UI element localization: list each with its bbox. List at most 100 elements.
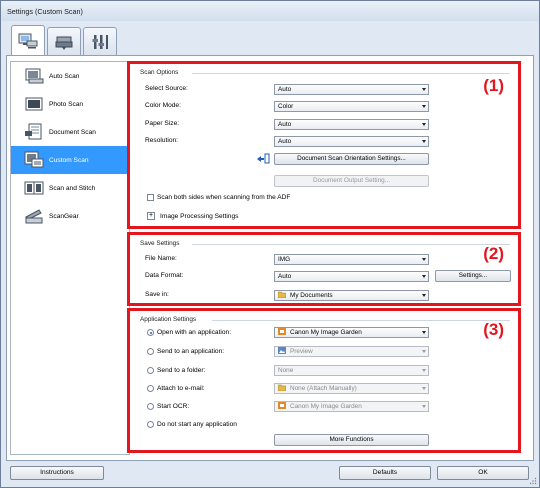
- select-source-label: Select Source:: [145, 85, 188, 92]
- sidebar-item-scan-and-stitch[interactable]: Scan and Stitch: [11, 174, 129, 202]
- photo-scan-icon: [25, 97, 43, 111]
- section-marker-2: (2): [483, 244, 504, 263]
- sidebar-item-document-scan[interactable]: Document Scan: [11, 118, 129, 146]
- document-output-setting-button[interactable]: Document Output Setting...: [274, 175, 429, 187]
- tab-scan-from-computer[interactable]: [11, 25, 45, 55]
- section-divider: [212, 320, 510, 321]
- sidebar-item-label: Photo Scan: [49, 100, 84, 108]
- plus-icon: +: [148, 212, 154, 219]
- file-name-value: IMG: [278, 256, 291, 263]
- scan-type-list: Auto Scan Photo Scan Document Scan Custo…: [10, 61, 130, 455]
- mail-folder-icon: [278, 384, 286, 391]
- resize-grip-icon[interactable]: [529, 477, 537, 485]
- open-with-application-radio[interactable]: [147, 329, 154, 336]
- folder-icon: [278, 291, 286, 298]
- send-to-folder-dropdown[interactable]: None: [274, 365, 429, 376]
- color-mode-value: Color: [278, 103, 294, 110]
- send-to-application-value: Preview: [290, 348, 313, 355]
- defaults-button[interactable]: Defaults: [339, 466, 431, 480]
- color-mode-dropdown[interactable]: Color: [274, 101, 429, 112]
- custom-scan-icon: [24, 151, 44, 168]
- sidebar-item-auto-scan[interactable]: Auto Scan: [11, 62, 129, 90]
- resolution-label: Resolution:: [145, 137, 178, 144]
- start-ocr-label: Start OCR:: [157, 403, 190, 410]
- chevron-down-icon: [422, 331, 426, 334]
- section-marker-1: (1): [483, 76, 504, 95]
- send-to-application-radio[interactable]: [147, 348, 154, 355]
- sidebar-item-photo-scan[interactable]: Photo Scan: [11, 90, 129, 118]
- do-not-start-application-radio[interactable]: [147, 421, 154, 428]
- attach-to-email-radio[interactable]: [147, 385, 154, 392]
- scan-both-sides-checkbox[interactable]: [147, 194, 154, 201]
- open-with-application-label: Open with an application:: [157, 329, 232, 336]
- tab-general-settings[interactable]: [83, 27, 117, 55]
- chevron-down-icon: [422, 387, 426, 390]
- settings-window: Settings (Custom Scan) Auto Scan Photo S…: [0, 0, 540, 488]
- resolution-dropdown[interactable]: Auto: [274, 136, 429, 147]
- tab-scan-from-operation-panel[interactable]: [47, 27, 81, 55]
- chevron-down-icon: [422, 275, 426, 278]
- data-format-label: Data Format:: [145, 272, 184, 279]
- tools-icon: [92, 34, 108, 49]
- chevron-down-icon: [422, 123, 426, 126]
- chevron-down-icon: [422, 350, 426, 353]
- file-name-combobox[interactable]: IMG: [274, 254, 429, 265]
- send-to-application-dropdown[interactable]: Preview: [274, 346, 429, 357]
- section-divider: [192, 73, 510, 74]
- chevron-down-icon: [422, 258, 426, 261]
- chevron-down-icon: [422, 405, 426, 408]
- sidebar-item-label: ScanGear: [49, 212, 79, 220]
- scangear-icon: [25, 209, 43, 224]
- application-settings-section: Application Settings (3) Open with an ap…: [127, 308, 521, 453]
- image-processing-label: Image Processing Settings: [160, 213, 239, 220]
- scan-both-sides-label: Scan both sides when scanning from the A…: [157, 194, 291, 201]
- orientation-icon: [257, 153, 270, 164]
- start-ocr-radio[interactable]: [147, 403, 154, 410]
- start-ocr-dropdown[interactable]: Canon My Image Garden: [274, 401, 429, 412]
- section-marker-3: (3): [483, 320, 504, 339]
- sidebar-item-custom-scan[interactable]: Custom Scan: [11, 146, 129, 174]
- window-title: Settings (Custom Scan): [7, 7, 83, 16]
- save-in-dropdown[interactable]: My Documents: [274, 290, 429, 301]
- paper-size-dropdown[interactable]: Auto: [274, 119, 429, 130]
- file-name-label: File Name:: [145, 255, 177, 262]
- resolution-value: Auto: [278, 138, 292, 145]
- send-to-folder-value: None: [278, 367, 294, 374]
- open-with-application-dropdown[interactable]: Canon My Image Garden: [274, 327, 429, 338]
- image-processing-expander[interactable]: +: [147, 212, 155, 220]
- start-ocr-value: Canon My Image Garden: [290, 403, 362, 410]
- attach-to-email-label: Attach to e-mail:: [157, 385, 205, 392]
- canon-app-icon: [278, 402, 286, 409]
- send-to-folder-radio[interactable]: [147, 367, 154, 374]
- instructions-button[interactable]: Instructions: [10, 466, 104, 480]
- scanner-computer-icon: [18, 33, 38, 48]
- select-source-value: Auto: [278, 86, 292, 93]
- auto-scan-icon: [25, 68, 44, 84]
- sidebar-item-scangear[interactable]: ScanGear: [11, 202, 129, 230]
- chevron-down-icon: [422, 105, 426, 108]
- chevron-down-icon: [422, 140, 426, 143]
- save-in-label: Save in:: [145, 291, 169, 298]
- paper-size-value: Auto: [278, 121, 292, 128]
- save-settings-title: Save Settings: [140, 240, 180, 247]
- select-source-dropdown[interactable]: Auto: [274, 84, 429, 95]
- data-format-settings-button[interactable]: Settings...: [435, 270, 511, 282]
- attach-to-email-dropdown[interactable]: None (Attach Manually): [274, 383, 429, 394]
- chevron-down-icon: [422, 294, 426, 297]
- more-functions-button[interactable]: More Functions: [274, 434, 429, 446]
- preview-app-icon: [278, 347, 286, 354]
- document-scan-orientation-settings-button[interactable]: Document Scan Orientation Settings...: [274, 153, 429, 165]
- data-format-dropdown[interactable]: Auto: [274, 271, 429, 282]
- sidebar-item-label: Scan and Stitch: [49, 184, 96, 192]
- do-not-start-application-label: Do not start any application: [157, 421, 237, 428]
- chevron-down-icon: [422, 369, 426, 372]
- paper-size-label: Paper Size:: [145, 120, 180, 127]
- chevron-down-icon: [422, 88, 426, 91]
- document-scan-icon: [25, 123, 42, 140]
- data-format-value: Auto: [278, 273, 292, 280]
- send-to-application-label: Send to an application:: [157, 348, 225, 355]
- save-settings-section: Save Settings (2) File Name: IMG Data Fo…: [127, 232, 521, 306]
- scan-and-stitch-icon: [24, 181, 44, 195]
- ok-button[interactable]: OK: [437, 466, 529, 480]
- scan-options-section: Scan Options (1) Select Source: Auto Col…: [127, 61, 521, 229]
